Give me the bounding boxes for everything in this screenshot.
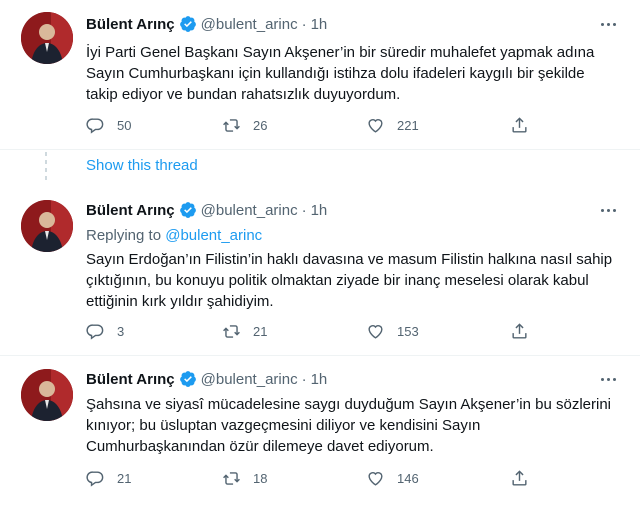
tweet-text: İyi Parti Genel Başkanı Sayın Akşener’in… <box>86 44 595 103</box>
tweet-text: Sayın Erdoğan’ın Filistin’in haklı davas… <box>86 251 613 310</box>
like-button[interactable]: 153 <box>366 322 419 341</box>
reply-icon <box>86 324 104 340</box>
like-icon <box>368 119 383 133</box>
separator: · <box>301 15 307 33</box>
separator: · <box>301 201 307 219</box>
replying-handle-link[interactable]: @bulent_arinc <box>165 227 262 244</box>
tweet-header: Bülent Arınç @bulent_arinc · 1h <box>86 200 327 220</box>
share-button[interactable] <box>510 322 529 341</box>
author-name[interactable]: Bülent Arınç <box>86 16 175 33</box>
tweet-header: Bülent Arınç @bulent_arinc · 1h <box>86 14 327 34</box>
tweet-actions: 21 18 146 <box>86 469 546 491</box>
like-icon <box>368 325 383 339</box>
verified-badge-icon <box>179 202 196 218</box>
tweet-actions: 3 21 153 <box>86 322 546 344</box>
like-count: 146 <box>397 471 419 486</box>
author-handle[interactable]: @bulent_arinc <box>201 371 298 388</box>
replying-to: Replying to @bulent_arinc <box>86 227 262 244</box>
reply-icon <box>86 118 104 134</box>
like-button[interactable]: 221 <box>366 116 419 135</box>
tweet-text: Şahsına ve siyasî mücadelesine saygı duy… <box>86 396 612 455</box>
like-icon <box>368 472 383 486</box>
author-handle[interactable]: @bulent_arinc <box>201 16 298 33</box>
retweet-icon <box>223 119 240 132</box>
tweet-actions: 50 26 221 <box>86 116 546 138</box>
verified-badge-icon <box>179 16 196 32</box>
retweet-icon <box>223 325 240 338</box>
retweet-count: 26 <box>253 118 268 133</box>
more-icon[interactable] <box>598 14 618 34</box>
author-name[interactable]: Bülent Arınç <box>86 202 175 219</box>
reply-button[interactable]: 21 <box>86 469 131 488</box>
retweet-button[interactable]: 26 <box>222 116 267 135</box>
reply-button[interactable]: 50 <box>86 116 131 135</box>
tweet[interactable]: Bülent Arınç @bulent_arinc · 1h İyi Part… <box>0 0 640 150</box>
timestamp[interactable]: 1h <box>311 371 328 388</box>
more-icon[interactable] <box>598 200 618 220</box>
separator: · <box>301 370 307 388</box>
avatar[interactable] <box>21 12 73 64</box>
share-button[interactable] <box>510 116 529 135</box>
share-icon <box>512 117 527 133</box>
show-thread-link[interactable]: Show this thread <box>86 157 198 174</box>
like-count: 153 <box>397 324 419 339</box>
reply-icon <box>86 471 104 487</box>
retweet-button[interactable]: 18 <box>222 469 267 488</box>
timestamp[interactable]: 1h <box>311 202 328 219</box>
reply-count: 3 <box>117 324 125 339</box>
reply-count: 21 <box>117 471 132 486</box>
share-button[interactable] <box>510 469 529 488</box>
more-icon[interactable] <box>598 369 618 389</box>
timestamp[interactable]: 1h <box>311 16 328 33</box>
retweet-count: 21 <box>253 324 268 339</box>
replying-prefix: Replying to <box>86 227 162 244</box>
share-icon <box>512 470 527 486</box>
reply-count: 50 <box>117 118 132 133</box>
author-name[interactable]: Bülent Arınç <box>86 371 175 388</box>
reply-button[interactable]: 3 <box>86 322 124 341</box>
retweet-button[interactable]: 21 <box>222 322 267 341</box>
like-button[interactable]: 146 <box>366 469 419 488</box>
retweet-count: 18 <box>253 471 268 486</box>
retweet-icon <box>223 472 240 485</box>
author-handle[interactable]: @bulent_arinc <box>201 202 298 219</box>
avatar[interactable] <box>21 200 73 252</box>
verified-badge-icon <box>179 371 196 387</box>
share-icon <box>512 323 527 339</box>
avatar[interactable] <box>21 369 73 421</box>
tweet-header: Bülent Arınç @bulent_arinc · 1h <box>86 369 327 389</box>
thread-connector <box>45 152 47 184</box>
like-count: 221 <box>397 118 419 133</box>
